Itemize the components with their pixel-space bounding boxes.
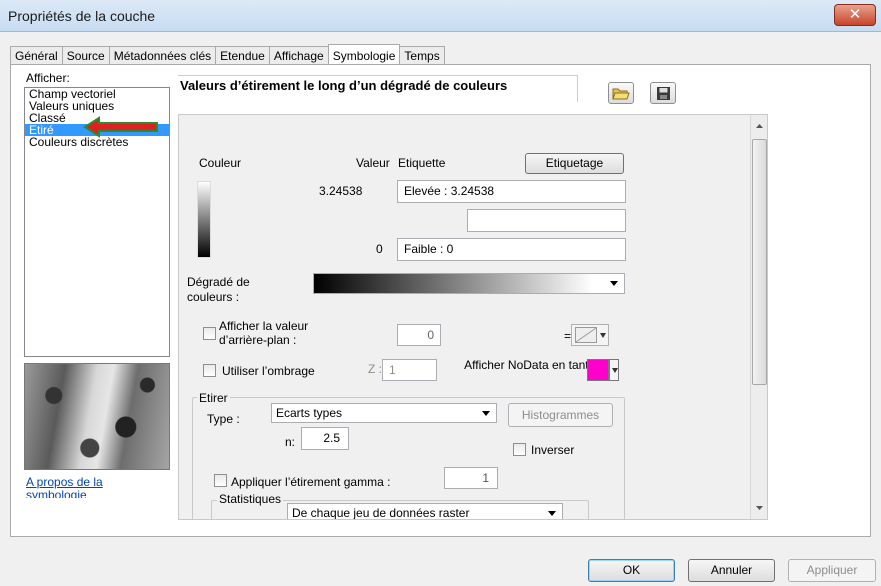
open-style-button[interactable] xyxy=(608,82,634,104)
stretch-type-label: Type : xyxy=(207,412,240,426)
color-ramp-preview xyxy=(197,181,211,258)
statistics-label: Statistiques xyxy=(217,492,284,506)
color-column-label: Couleur xyxy=(199,156,242,170)
stretch-settings-area: Couleur Valeur Etiquette Etiquetage 3.24… xyxy=(178,114,768,520)
apply-button[interactable]: Appliquer xyxy=(788,559,876,582)
value-column-label: Valeur xyxy=(356,156,390,170)
ok-button[interactable]: OK xyxy=(588,559,675,582)
chevron-down-icon xyxy=(612,368,618,373)
statistics-value: De chaque jeu de données raster xyxy=(292,506,470,520)
background-value-label: Afficher la valeur d’arrière-plan : xyxy=(219,319,309,347)
labeling-button[interactable]: Etiquetage xyxy=(525,153,624,174)
z-factor-label: Z : xyxy=(368,362,382,376)
symbology-preview-image xyxy=(24,363,170,470)
scroll-down-icon[interactable] xyxy=(752,503,767,513)
stretch-group-label: Etirer xyxy=(197,391,230,405)
invert-label: Inverser xyxy=(531,443,575,457)
tab-strip: Général Source Métadonnées clés Etendue Affi… xyxy=(10,43,445,68)
renderer-heading: Valeurs d’étirement le long d’un dégradé… xyxy=(180,78,508,93)
mid-label-field[interactable] xyxy=(467,209,626,232)
chevron-down-icon xyxy=(610,281,618,286)
histograms-button[interactable]: Histogrammes xyxy=(508,403,613,427)
chevron-down-icon xyxy=(482,411,490,416)
invert-checkbox[interactable] xyxy=(513,443,526,456)
stretch-type-value: Ecarts types xyxy=(276,406,343,420)
high-label-field[interactable]: Elevée : 3.24538 xyxy=(397,180,626,203)
z-factor-field[interactable]: 1 xyxy=(382,359,437,381)
stretch-type-combo[interactable]: Ecarts types xyxy=(271,403,497,423)
scroll-up-icon[interactable] xyxy=(752,121,767,131)
window-title: Propriétés de la couche xyxy=(8,8,156,24)
n-label: n: xyxy=(285,435,296,449)
save-disk-icon xyxy=(656,87,670,100)
cancel-button[interactable]: Annuler xyxy=(688,559,775,582)
no-color-icon xyxy=(575,327,597,343)
low-value: 0 xyxy=(376,242,383,256)
chevron-down-icon xyxy=(600,333,606,338)
nodata-color-swatch[interactable] xyxy=(587,359,609,381)
color-ramp-label: Dégradé de couleurs : xyxy=(187,275,250,304)
about-symbology-link[interactable]: A propos de la symbologie xyxy=(26,476,166,498)
save-style-button[interactable] xyxy=(650,82,676,104)
chevron-down-icon xyxy=(548,511,556,516)
gamma-value-field[interactable]: 1 xyxy=(444,467,498,489)
background-color-equals: = xyxy=(564,329,572,343)
color-ramp-combo[interactable] xyxy=(313,273,625,294)
nodata-color-dropdown[interactable] xyxy=(609,359,619,381)
background-value-checkbox[interactable] xyxy=(203,327,216,340)
show-label: Afficher: xyxy=(26,71,70,85)
hillshade-label: Utiliser l’ombrage xyxy=(222,364,315,378)
high-value: 3.24538 xyxy=(319,184,363,198)
gamma-checkbox[interactable] xyxy=(214,474,227,487)
close-button[interactable]: ✕ xyxy=(834,4,876,26)
low-label-field[interactable]: Faible : 0 xyxy=(397,238,626,261)
gamma-label: Appliquer l’étirement gamma : xyxy=(231,475,391,489)
folder-open-icon xyxy=(612,88,630,100)
background-value-field[interactable]: 0 xyxy=(397,324,441,346)
label-column-label: Etiquette xyxy=(398,156,446,170)
vertical-scrollbar[interactable] xyxy=(750,115,767,519)
n-value-field[interactable]: 2.5 xyxy=(301,427,349,450)
background-color-picker[interactable] xyxy=(571,324,609,346)
scrollbar-thumb[interactable] xyxy=(752,139,767,385)
title-bar: Propriétés de la couche ✕ xyxy=(0,0,881,32)
hillshade-checkbox[interactable] xyxy=(203,364,216,377)
red-arrow-annotation xyxy=(83,116,158,138)
statistics-combo[interactable]: De chaque jeu de données raster xyxy=(287,503,563,520)
